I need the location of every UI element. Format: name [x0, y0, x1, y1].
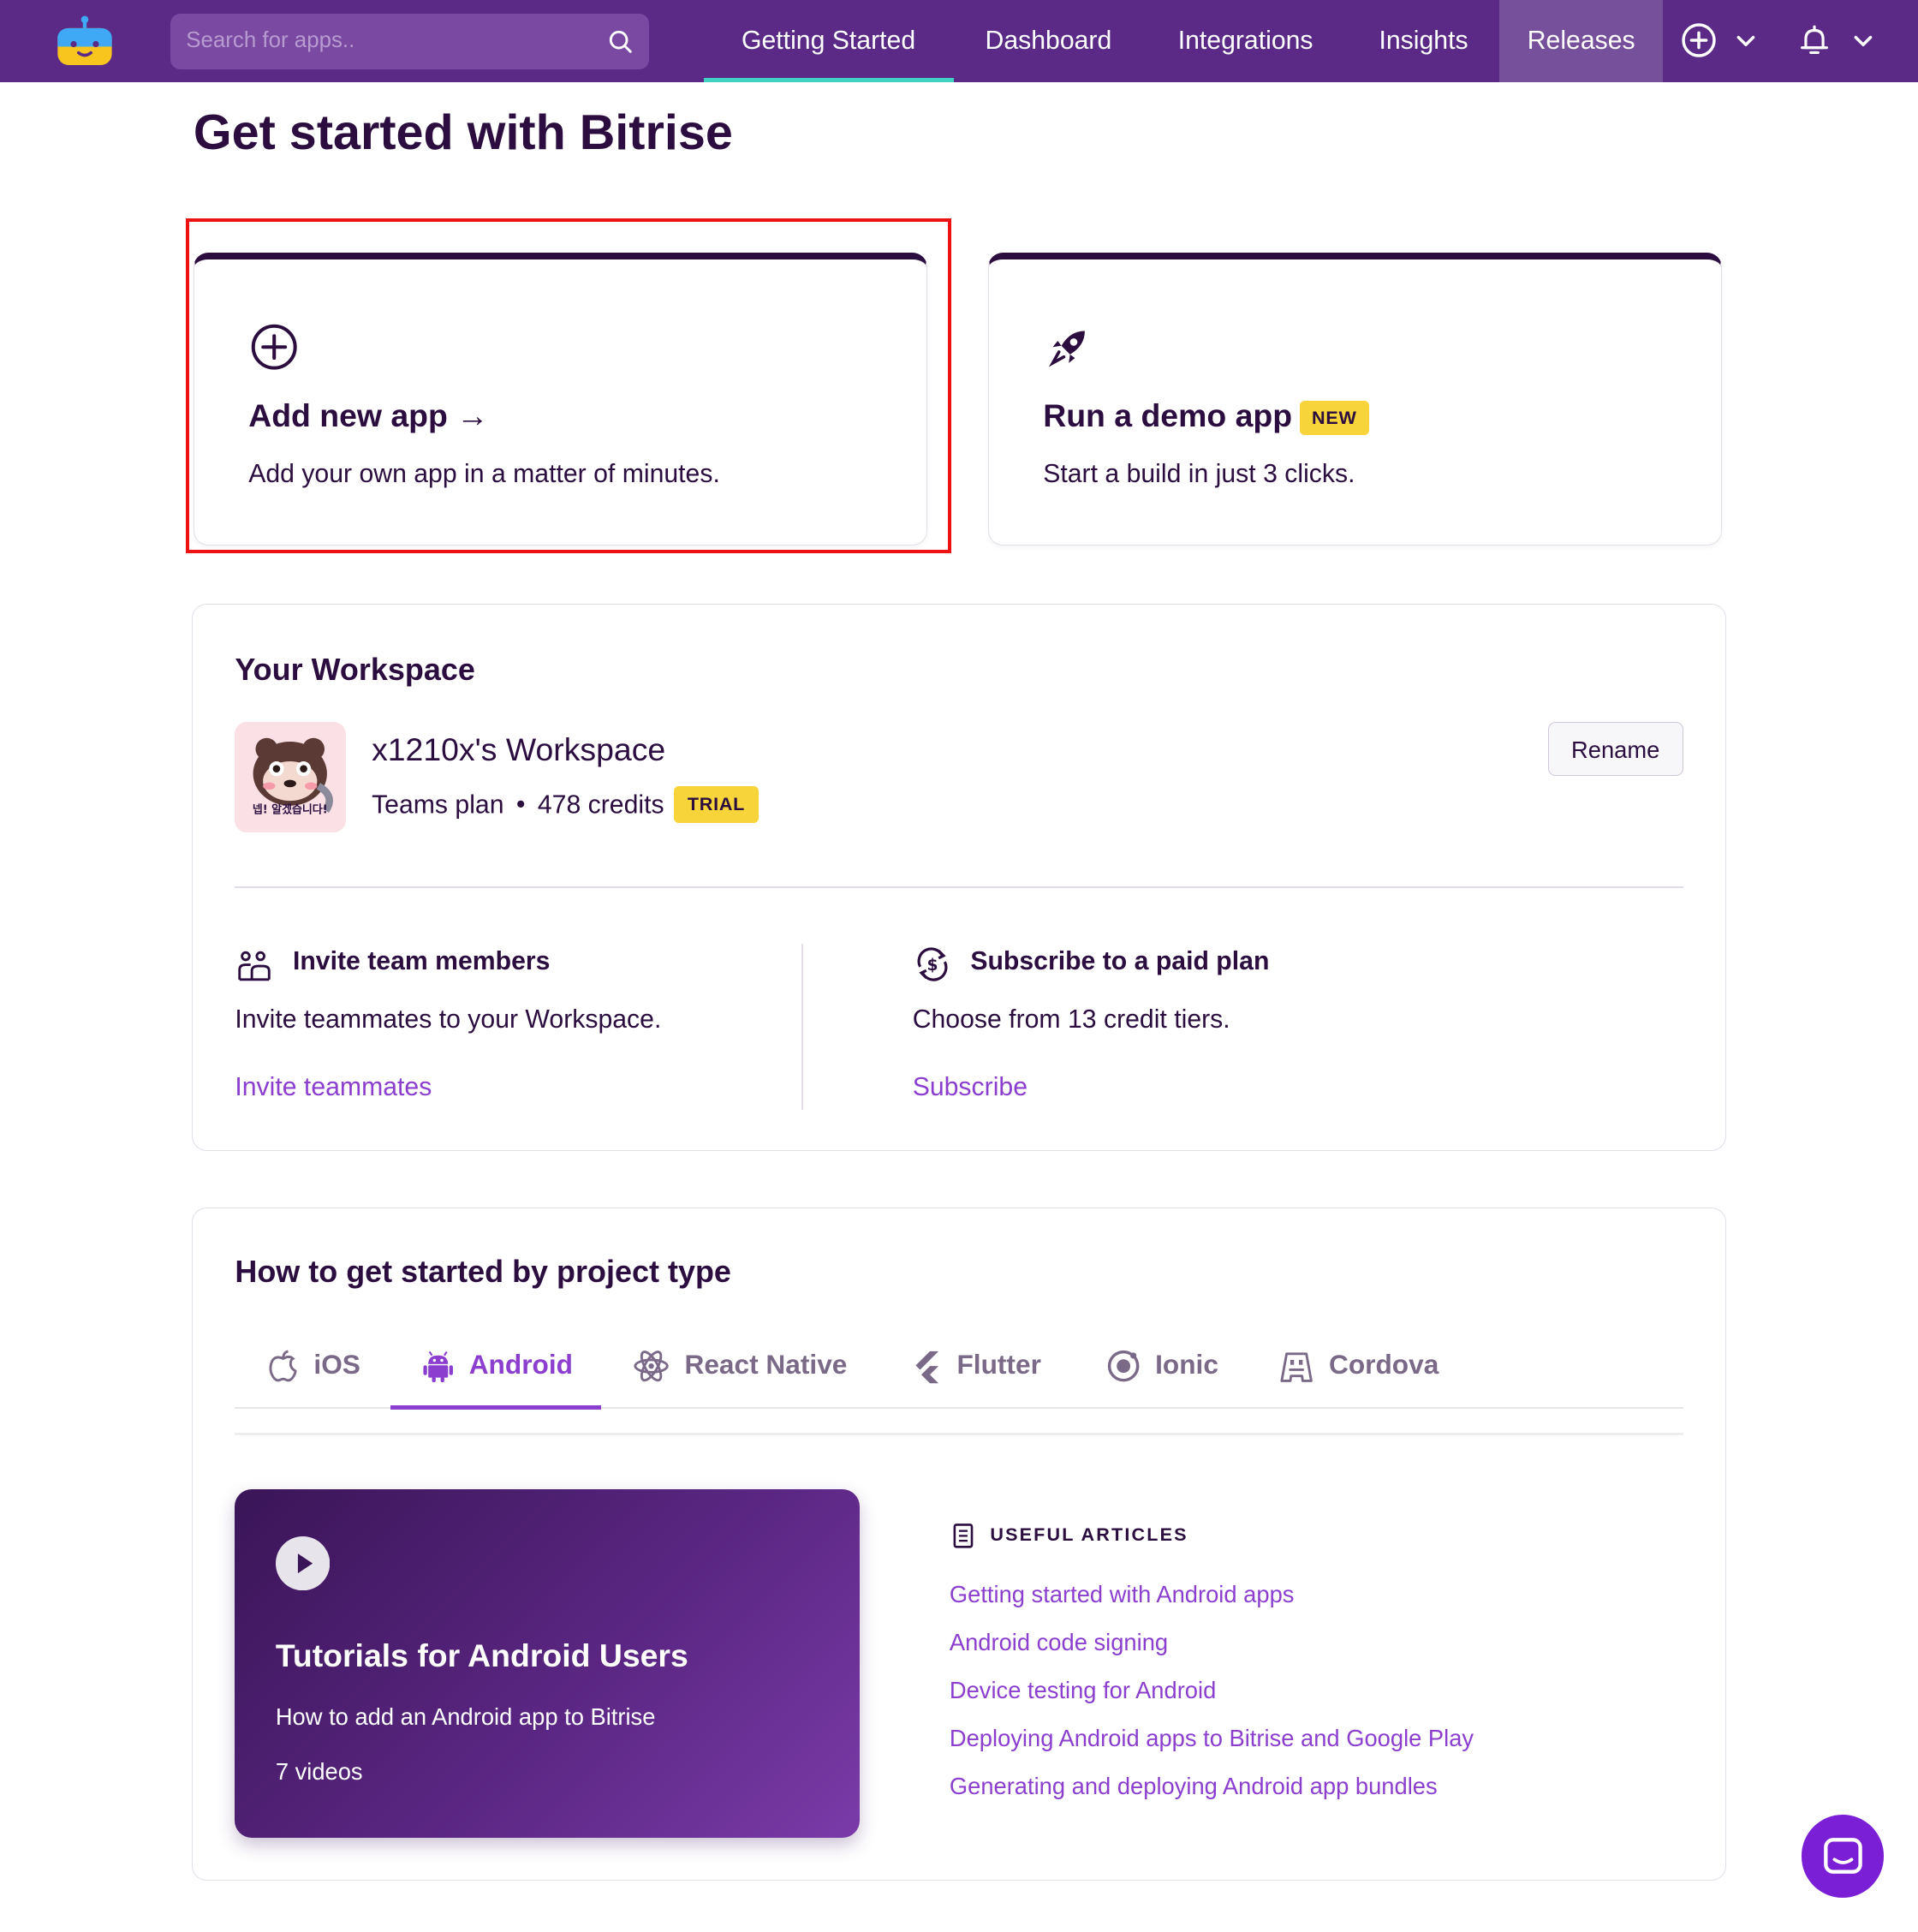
chat-icon [1824, 1837, 1862, 1874]
separator-dot: • [515, 790, 526, 819]
tab-android[interactable]: Android [390, 1323, 602, 1410]
project-type-tabs: iOS Android React Native Flutter Ionic C… [235, 1323, 1683, 1410]
divider [235, 886, 1683, 888]
top-navigation-bar: Search for apps.. Getting Started Dashbo… [0, 0, 1918, 83]
workspace-section: Your Workspace 넵! 알겠습니다! x1210x's Worksp… [192, 604, 1726, 1151]
tab-react-native[interactable]: React Native [633, 1323, 847, 1407]
chat-support-button[interactable] [1801, 1815, 1884, 1898]
article-link[interactable]: Deploying Android apps to Bitrise and Go… [950, 1725, 1474, 1752]
svg-text:$: $ [926, 957, 938, 975]
search-input[interactable]: Search for apps.. [170, 13, 650, 69]
run-demo-app-card[interactable]: Run a demo app NEW Start a build in just … [987, 252, 1723, 546]
invite-title: Invite team members [292, 946, 551, 975]
react-icon [634, 1351, 669, 1382]
android-icon [423, 1351, 453, 1383]
tab-flutter-label: Flutter [956, 1348, 1041, 1380]
trial-badge: TRIAL [674, 785, 759, 823]
tab-ios[interactable]: iOS [267, 1323, 360, 1407]
tab-android-label: Android [468, 1348, 573, 1380]
nav-tab-getting-started[interactable]: Getting Started [703, 0, 954, 83]
tab-flutter[interactable]: Flutter [910, 1323, 1041, 1407]
plus-circle-icon [251, 324, 297, 370]
article-link[interactable]: Getting started with Android apps [950, 1581, 1295, 1608]
nav-tab-insights[interactable]: Insights [1348, 0, 1499, 82]
tutorial-subtitle: How to add an Android app to Bitrise [275, 1703, 656, 1731]
workspace-name: x1210x's Workspace [372, 731, 666, 768]
workspace-plan-line: Teams plan • 478 credits TRIAL [372, 785, 759, 823]
add-new-app-card[interactable]: Add new app → Add your own app in a matt… [193, 252, 928, 546]
plus-circle-icon[interactable] [1679, 21, 1718, 60]
divider-vertical [801, 943, 803, 1110]
rocket-icon [1049, 331, 1086, 367]
tab-ionic[interactable]: Ionic [1106, 1323, 1218, 1407]
useful-articles-heading: USEFUL ARTICLES [990, 1524, 1188, 1546]
tab-react-native-label: React Native [684, 1348, 848, 1380]
tab-cordova[interactable]: Cordova [1279, 1323, 1438, 1407]
tutorial-title: Tutorials for Android Users [275, 1637, 688, 1673]
flutter-icon [915, 1351, 938, 1384]
dollar-cycle-icon: $ [917, 947, 948, 981]
project-type-section: How to get started by project type iOS A… [192, 1208, 1726, 1881]
tab-ios-label: iOS [313, 1348, 360, 1380]
rename-button[interactable]: Rename [1547, 721, 1683, 776]
play-icon[interactable] [275, 1535, 331, 1591]
avatar-caption: 넵! 알겠습니다! [253, 802, 328, 816]
tab-underline-rule [235, 1432, 1683, 1435]
bell-icon[interactable] [1795, 21, 1834, 60]
add-new-app-title[interactable]: Add new app → [248, 397, 488, 434]
cordova-icon [1280, 1352, 1313, 1383]
team-icon [238, 951, 271, 981]
bitrise-logo-icon[interactable] [54, 15, 116, 69]
new-badge: NEW [1299, 401, 1369, 436]
nav-tab-releases[interactable]: Releases [1499, 0, 1664, 83]
chevron-down-icon[interactable] [1735, 30, 1757, 52]
run-demo-app-description: Start a build in just 3 clicks. [1043, 460, 1355, 489]
article-link[interactable]: Device testing for Android [950, 1677, 1216, 1704]
nav-tab-dashboard[interactable]: Dashboard [954, 0, 1144, 82]
article-link[interactable]: Android code signing [950, 1629, 1168, 1656]
subscribe-title: Subscribe to a paid plan [970, 946, 1270, 975]
search-placeholder: Search for apps.. [186, 28, 355, 53]
workspace-plan: Teams plan [372, 790, 504, 819]
workspace-credits: 478 credits [537, 790, 664, 819]
tab-cordova-label: Cordova [1328, 1348, 1439, 1380]
workspace-avatar: 넵! 알겠습니다! [235, 721, 346, 833]
page-title: Get started with Bitrise [193, 105, 733, 161]
search-icon[interactable] [607, 28, 634, 56]
document-icon [953, 1524, 974, 1548]
invite-teammates-link[interactable]: Invite teammates [235, 1073, 432, 1102]
apple-icon [269, 1350, 297, 1382]
invite-description: Invite teammates to your Workspace. [235, 1005, 662, 1034]
article-link[interactable]: Generating and deploying Android app bun… [950, 1773, 1438, 1800]
add-new-app-description: Add your own app in a matter of minutes. [248, 460, 720, 489]
subscribe-description: Choose from 13 credit tiers. [912, 1005, 1230, 1034]
subscribe-link[interactable]: Subscribe [913, 1073, 1028, 1102]
ionic-icon [1107, 1351, 1139, 1382]
workspace-section-title: Your Workspace [235, 651, 475, 687]
run-demo-app-title-text: Run a demo app [1043, 397, 1293, 434]
tab-ionic-label: Ionic [1155, 1348, 1218, 1380]
chevron-down-icon[interactable] [1852, 30, 1874, 52]
tutorial-video-count: 7 videos [275, 1757, 363, 1785]
tutorial-card[interactable]: Tutorials for Android Users How to add a… [235, 1489, 860, 1839]
run-demo-app-title[interactable]: Run a demo app NEW [1043, 397, 1369, 436]
nav-tab-integrations[interactable]: Integrations [1143, 0, 1348, 82]
project-type-section-title: How to get started by project type [235, 1254, 731, 1290]
